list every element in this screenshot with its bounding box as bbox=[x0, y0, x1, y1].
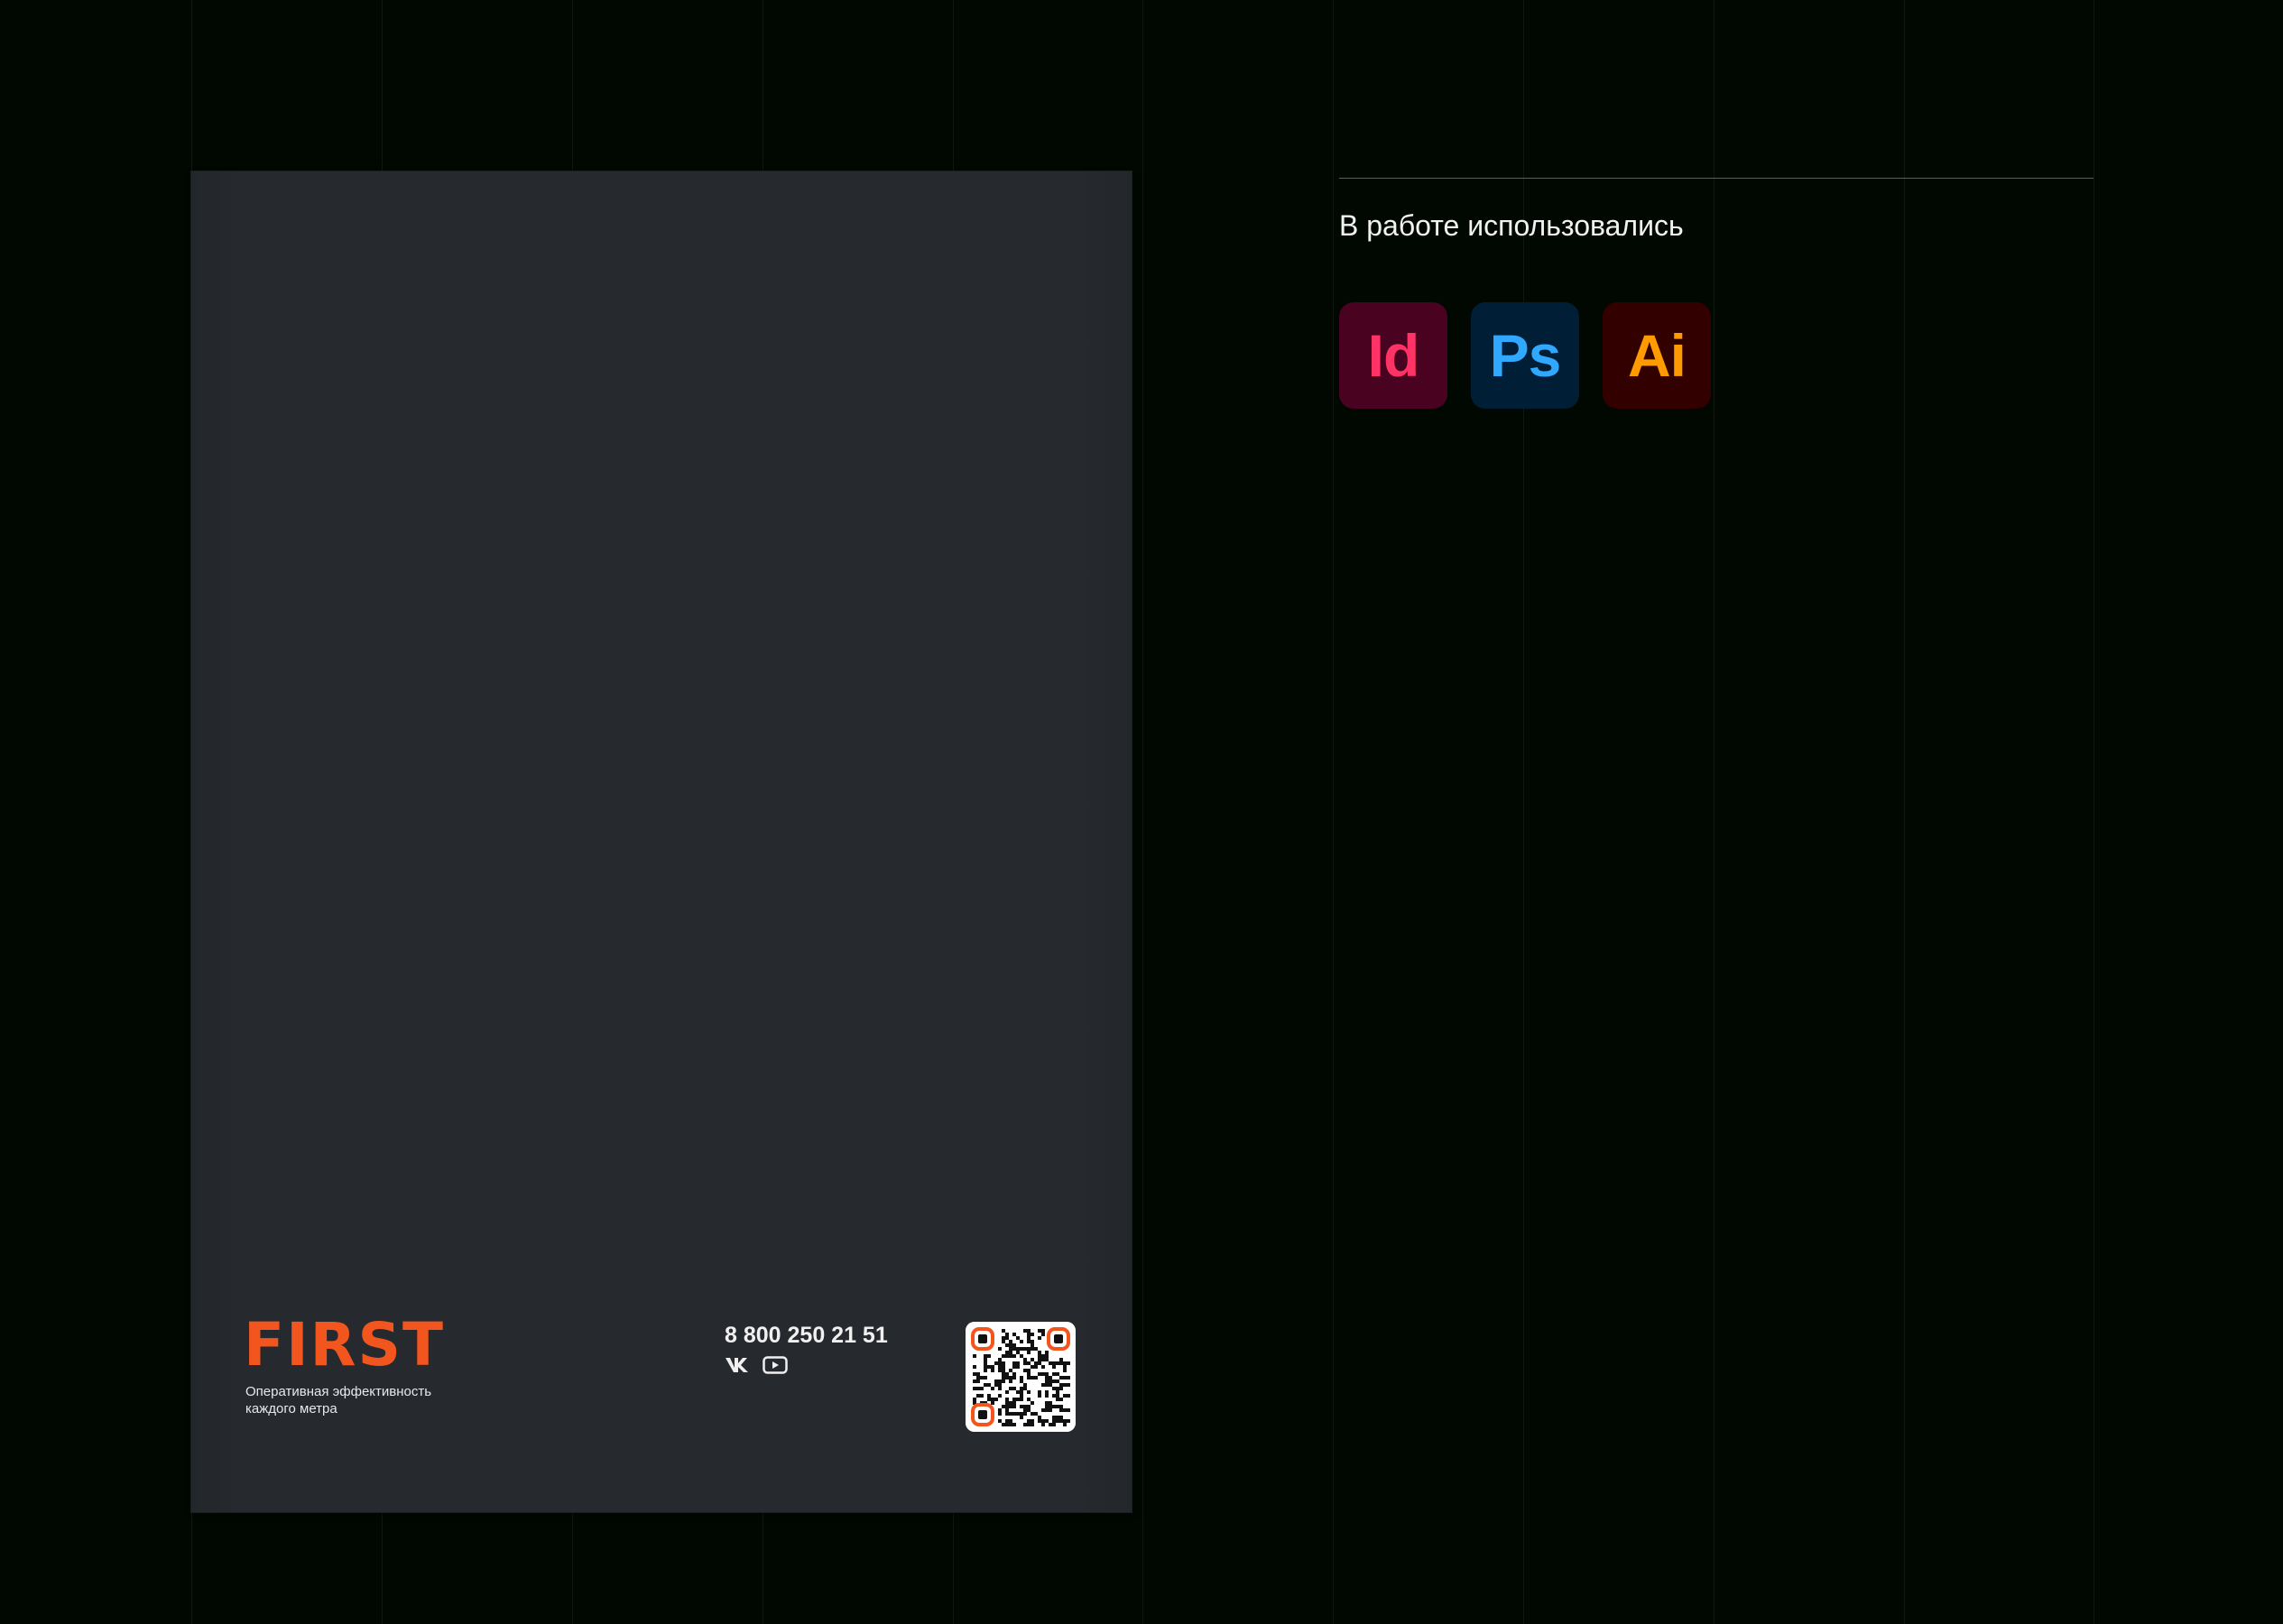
section-divider bbox=[1339, 178, 2094, 179]
grid-guide bbox=[1714, 0, 1715, 1624]
app-icon-label: Id bbox=[1367, 322, 1420, 389]
presentation-canvas: FIRST Оперативная эффективность каждого … bbox=[0, 0, 2283, 1624]
app-icon-label: Ai bbox=[1628, 322, 1687, 389]
social-links bbox=[725, 1356, 788, 1374]
brochure-back-cover: FIRST Оперативная эффективность каждого … bbox=[191, 171, 1132, 1512]
vk-icon bbox=[725, 1357, 752, 1373]
photoshop-icon: Ps bbox=[1471, 302, 1579, 409]
grid-guide bbox=[1523, 0, 1524, 1624]
grid-guide bbox=[1142, 0, 1143, 1624]
brand-tagline: Оперативная эффективность каждого метра bbox=[245, 1383, 516, 1417]
phone-number: 8 800 250 21 51 bbox=[725, 1323, 888, 1348]
tagline-line: Оперативная эффективность bbox=[245, 1384, 432, 1399]
first-logo: FIRST bbox=[244, 1310, 446, 1379]
grid-guide bbox=[1333, 0, 1334, 1624]
tools-section-title: В работе использовались bbox=[1339, 209, 1684, 242]
youtube-icon bbox=[763, 1356, 788, 1374]
illustrator-icon: Ai bbox=[1603, 302, 1711, 409]
app-icon-label: Ps bbox=[1489, 322, 1562, 389]
tagline-line: каждого метра bbox=[245, 1401, 337, 1416]
indesign-icon: Id bbox=[1339, 302, 1447, 409]
qr-code-icon bbox=[966, 1322, 1076, 1432]
grid-guide bbox=[1904, 0, 1905, 1624]
